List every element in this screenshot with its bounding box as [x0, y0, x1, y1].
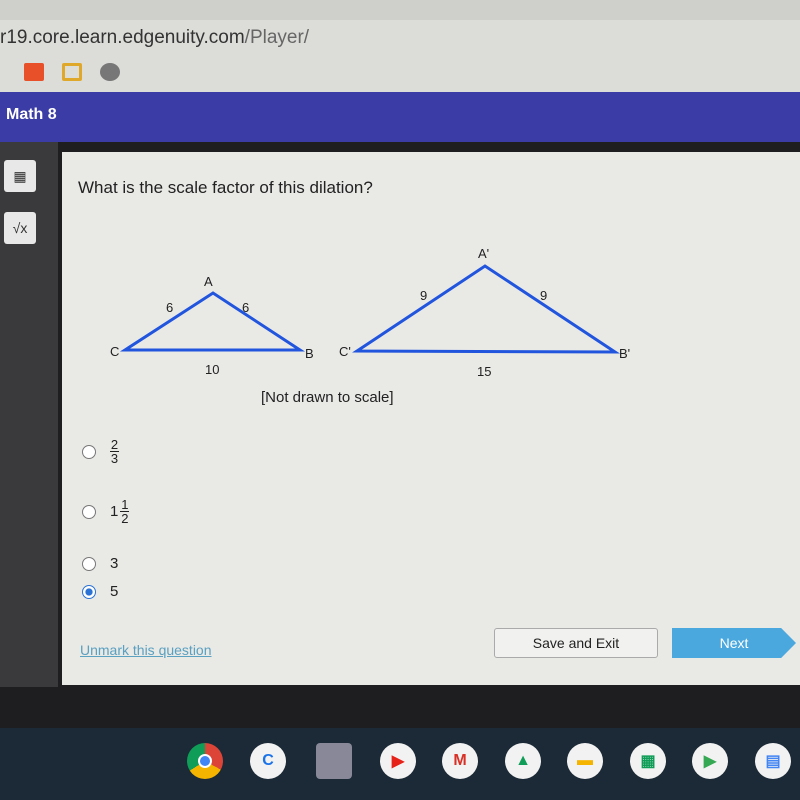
bookmarks-bar	[0, 60, 120, 84]
unmark-question-link[interactable]: Unmark this question	[80, 642, 212, 658]
app-icon[interactable]	[316, 743, 352, 779]
next-button[interactable]: Next	[672, 628, 796, 658]
slides-icon[interactable]	[62, 63, 82, 81]
label-a-prime: A'	[478, 246, 489, 261]
triangle-abc	[119, 291, 306, 352]
globe-icon[interactable]	[100, 63, 120, 81]
question-panel	[62, 152, 800, 685]
sheets-icon[interactable]: ▦	[630, 743, 666, 779]
dilation-figure: A B C 6 6 10 A' B' C' 9 9 15	[110, 246, 630, 379]
option-two-thirds[interactable]: 23	[82, 438, 119, 465]
option-label: 3	[110, 555, 119, 572]
address-bar[interactable]: r19.core.learn.edgenuity.com/Player/	[0, 27, 309, 49]
side-ab-prime: 9	[540, 288, 547, 303]
url-path: /Player/	[244, 27, 310, 48]
option-label: 5	[110, 583, 119, 600]
side-cb-prime: 15	[477, 364, 491, 379]
play-store-icon[interactable]: ▶	[692, 743, 728, 779]
side-ca: 6	[166, 300, 173, 315]
docs-icon[interactable]: ▤	[755, 743, 791, 779]
side-ca-prime: 9	[420, 288, 427, 303]
youtube-icon[interactable]: ▶	[380, 743, 416, 779]
label-b: B	[305, 346, 314, 361]
question-text: What is the scale factor of this dilatio…	[78, 178, 373, 197]
triangle-abc-prime	[352, 264, 621, 354]
side-ab: 6	[242, 300, 249, 315]
fraction: 23	[110, 437, 119, 466]
soundcloud-icon[interactable]	[24, 63, 44, 81]
gmail-icon[interactable]: M	[442, 743, 478, 779]
option-5[interactable]: 5	[82, 583, 118, 600]
chrome-icon[interactable]	[187, 743, 223, 779]
classlink-icon[interactable]: C	[250, 743, 286, 779]
scale-note: [Not drawn to scale]	[261, 389, 394, 406]
save-and-exit-button[interactable]: Save and Exit	[494, 628, 658, 658]
option-one-and-half[interactable]: 112	[82, 497, 130, 526]
tab-strip[interactable]	[0, 0, 800, 20]
label-b-prime: B'	[619, 346, 630, 361]
mixed-number: 112	[110, 497, 130, 526]
slides-app-icon[interactable]: ▬	[567, 743, 603, 779]
option-3[interactable]: 3	[82, 555, 118, 572]
course-header	[0, 92, 800, 142]
course-title: Math 8	[6, 106, 57, 123]
formula-icon[interactable]: √x	[4, 212, 36, 244]
label-a: A	[204, 274, 213, 289]
url-host: r19.core.learn.edgenuity.com	[0, 27, 245, 48]
calculator-icon[interactable]: ▦	[4, 160, 36, 192]
label-c: C	[110, 344, 119, 359]
radio-selected[interactable]	[82, 584, 96, 599]
side-cb: 10	[205, 362, 219, 377]
radio[interactable]	[82, 504, 96, 519]
radio[interactable]	[82, 444, 96, 459]
radio[interactable]	[82, 556, 96, 571]
drive-icon[interactable]: ▲	[505, 743, 541, 779]
label-c-prime: C'	[339, 344, 351, 359]
